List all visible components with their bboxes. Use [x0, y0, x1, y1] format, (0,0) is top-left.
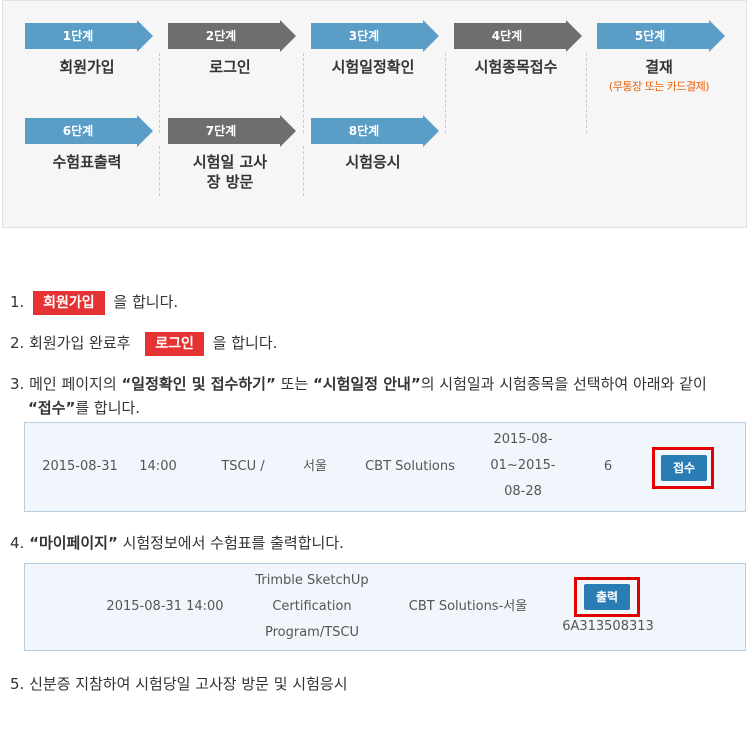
instruction-text: 또는: [275, 375, 313, 393]
step-name: 결재: [645, 58, 673, 76]
program-line: Certification: [272, 599, 352, 614]
step-subtitle: (무통장 또는 카드결제): [608, 80, 710, 93]
ticket-code: 6A313508313: [562, 619, 654, 634]
step-badge: 8단계: [311, 118, 423, 144]
step-arrow: 4단계: [454, 20, 582, 55]
instruction-text: 을 합니다.: [113, 293, 179, 311]
step-badge: 4단계: [454, 23, 566, 49]
instruction-number: 2.: [10, 334, 25, 352]
exam-date: 2015-08-31: [42, 459, 118, 474]
quoted-term: “마이페이지”: [29, 534, 118, 552]
arrow-tip: [137, 115, 153, 147]
step-4: 4단계 시험종목접수: [446, 20, 586, 77]
instruction-2: 2. 회원가입 완료후 로그인 을 합니다.: [10, 331, 277, 356]
instruction-text: 의 시험일과 시험종목을 선택하여 아래와 같이: [420, 375, 707, 393]
step-arrow: 5단계: [597, 20, 725, 55]
instruction-number: 4.: [10, 534, 25, 552]
arrow-tip: [137, 20, 153, 52]
print-button[interactable]: 출력: [584, 584, 630, 610]
instruction-1: 1. 회원가입 을 합니다.: [10, 290, 178, 315]
program-line: Trimble SketchUp: [255, 573, 369, 588]
signup-badge: 회원가입: [33, 291, 105, 315]
step-3: 3단계 시험일정확인: [303, 20, 443, 77]
divider: [586, 53, 587, 133]
arrow-tip: [423, 20, 439, 52]
step-1: 1단계 회원가입: [17, 20, 157, 77]
program-line: Program/TSCU: [264, 625, 359, 640]
process-steps-panel: 1단계 회원가입 2단계 로그인 3단계 시험일정확인 4단계 시험종목접수 5…: [2, 0, 747, 228]
step-badge: 7단계: [168, 118, 280, 144]
arrow-tip: [709, 20, 725, 52]
instruction-text: 시험정보에서 수험표를 출력합니다.: [117, 534, 344, 552]
instruction-5: 5. 신분증 지참하여 시험당일 고사장 방문 및 시험응시: [10, 672, 348, 696]
quoted-term: “접수”: [28, 399, 76, 417]
step-badge: 6단계: [25, 118, 137, 144]
exam-seats: 6: [603, 459, 613, 474]
exam-schedule-row: 2015-08-31 14:00 TSCU / 서울 CBT Solutions…: [24, 422, 746, 512]
arrow-tip: [280, 20, 296, 52]
step-arrow: 6단계: [25, 115, 153, 150]
admission-ticket-row: 2015-08-31 14:00 Trimble SketchUp Certif…: [24, 563, 746, 651]
register-button[interactable]: 접수: [661, 455, 707, 481]
step-6: 6단계 수험표출력: [17, 115, 157, 172]
ticket-datetime: 2015-08-31 14:00: [106, 599, 224, 614]
step-name: 회원가입: [59, 58, 115, 76]
instruction-text: 을 합니다.: [212, 334, 278, 352]
instruction-text: 메인 페이지의: [29, 375, 122, 393]
period-line: 2015-08-: [493, 432, 553, 447]
step-arrow: 8단계: [311, 115, 439, 150]
exam-center: CBT Solutions: [365, 459, 455, 474]
step-name: 수험표출력: [52, 153, 122, 171]
quoted-term: “일정확인 및 접수하기”: [121, 375, 276, 393]
step-name: 시험종목접수: [474, 58, 558, 76]
step-arrow: 3단계: [311, 20, 439, 55]
step-arrow: 7단계: [168, 115, 296, 150]
exam-time: 14:00: [139, 459, 177, 474]
ticket-program: Trimble SketchUp Certification Program/T…: [237, 568, 387, 646]
step-badge: 1단계: [25, 23, 137, 49]
arrow-tip: [566, 20, 582, 52]
ticket-center: CBT Solutions-서울: [408, 599, 528, 614]
exam-org: TSCU /: [221, 459, 265, 474]
period-line: 08-28: [504, 484, 542, 499]
instruction-number: 3.: [10, 375, 25, 393]
instruction-3: 3. 메인 페이지의 “일정확인 및 접수하기” 또는 “시험일정 안내”의 시…: [10, 372, 740, 420]
step-badge: 3단계: [311, 23, 423, 49]
instruction-number: 5.: [10, 675, 25, 693]
step-arrow: 2단계: [168, 20, 296, 55]
arrow-tip: [423, 115, 439, 147]
arrow-tip: [280, 115, 296, 147]
instruction-number: 1.: [10, 293, 25, 311]
instruction-4: 4. “마이페이지” 시험정보에서 수험표를 출력합니다.: [10, 531, 344, 555]
instruction-text: 회원가입 완료후: [29, 334, 131, 352]
quoted-term: “시험일정 안내”: [312, 375, 421, 393]
step-7: 7단계 시험일 고사장 방문: [160, 115, 300, 192]
period-line: 01~2015-: [490, 458, 556, 473]
step-8: 8단계 시험응시: [303, 115, 443, 172]
login-badge: 로그인: [145, 332, 204, 356]
step-badge: 5단계: [597, 23, 709, 49]
step-arrow: 1단계: [25, 20, 153, 55]
step-name: 로그인: [209, 58, 251, 76]
step-name: 시험일정확인: [331, 58, 415, 76]
exam-period: 2015-08- 01~2015- 08-28: [483, 427, 563, 505]
instruction-text: 신분증 지참하여 시험당일 고사장 방문 및 시험응시: [29, 675, 348, 693]
instruction-text: 를 합니다.: [75, 399, 141, 417]
step-2: 2단계 로그인: [160, 20, 300, 77]
step-badge: 2단계: [168, 23, 280, 49]
exam-city: 서울: [303, 459, 327, 474]
step-5: 5단계 결재 (무통장 또는 카드결제): [589, 20, 729, 94]
step-name: 시험응시: [345, 153, 401, 171]
step-name: 시험일 고사장 방문: [192, 153, 268, 191]
